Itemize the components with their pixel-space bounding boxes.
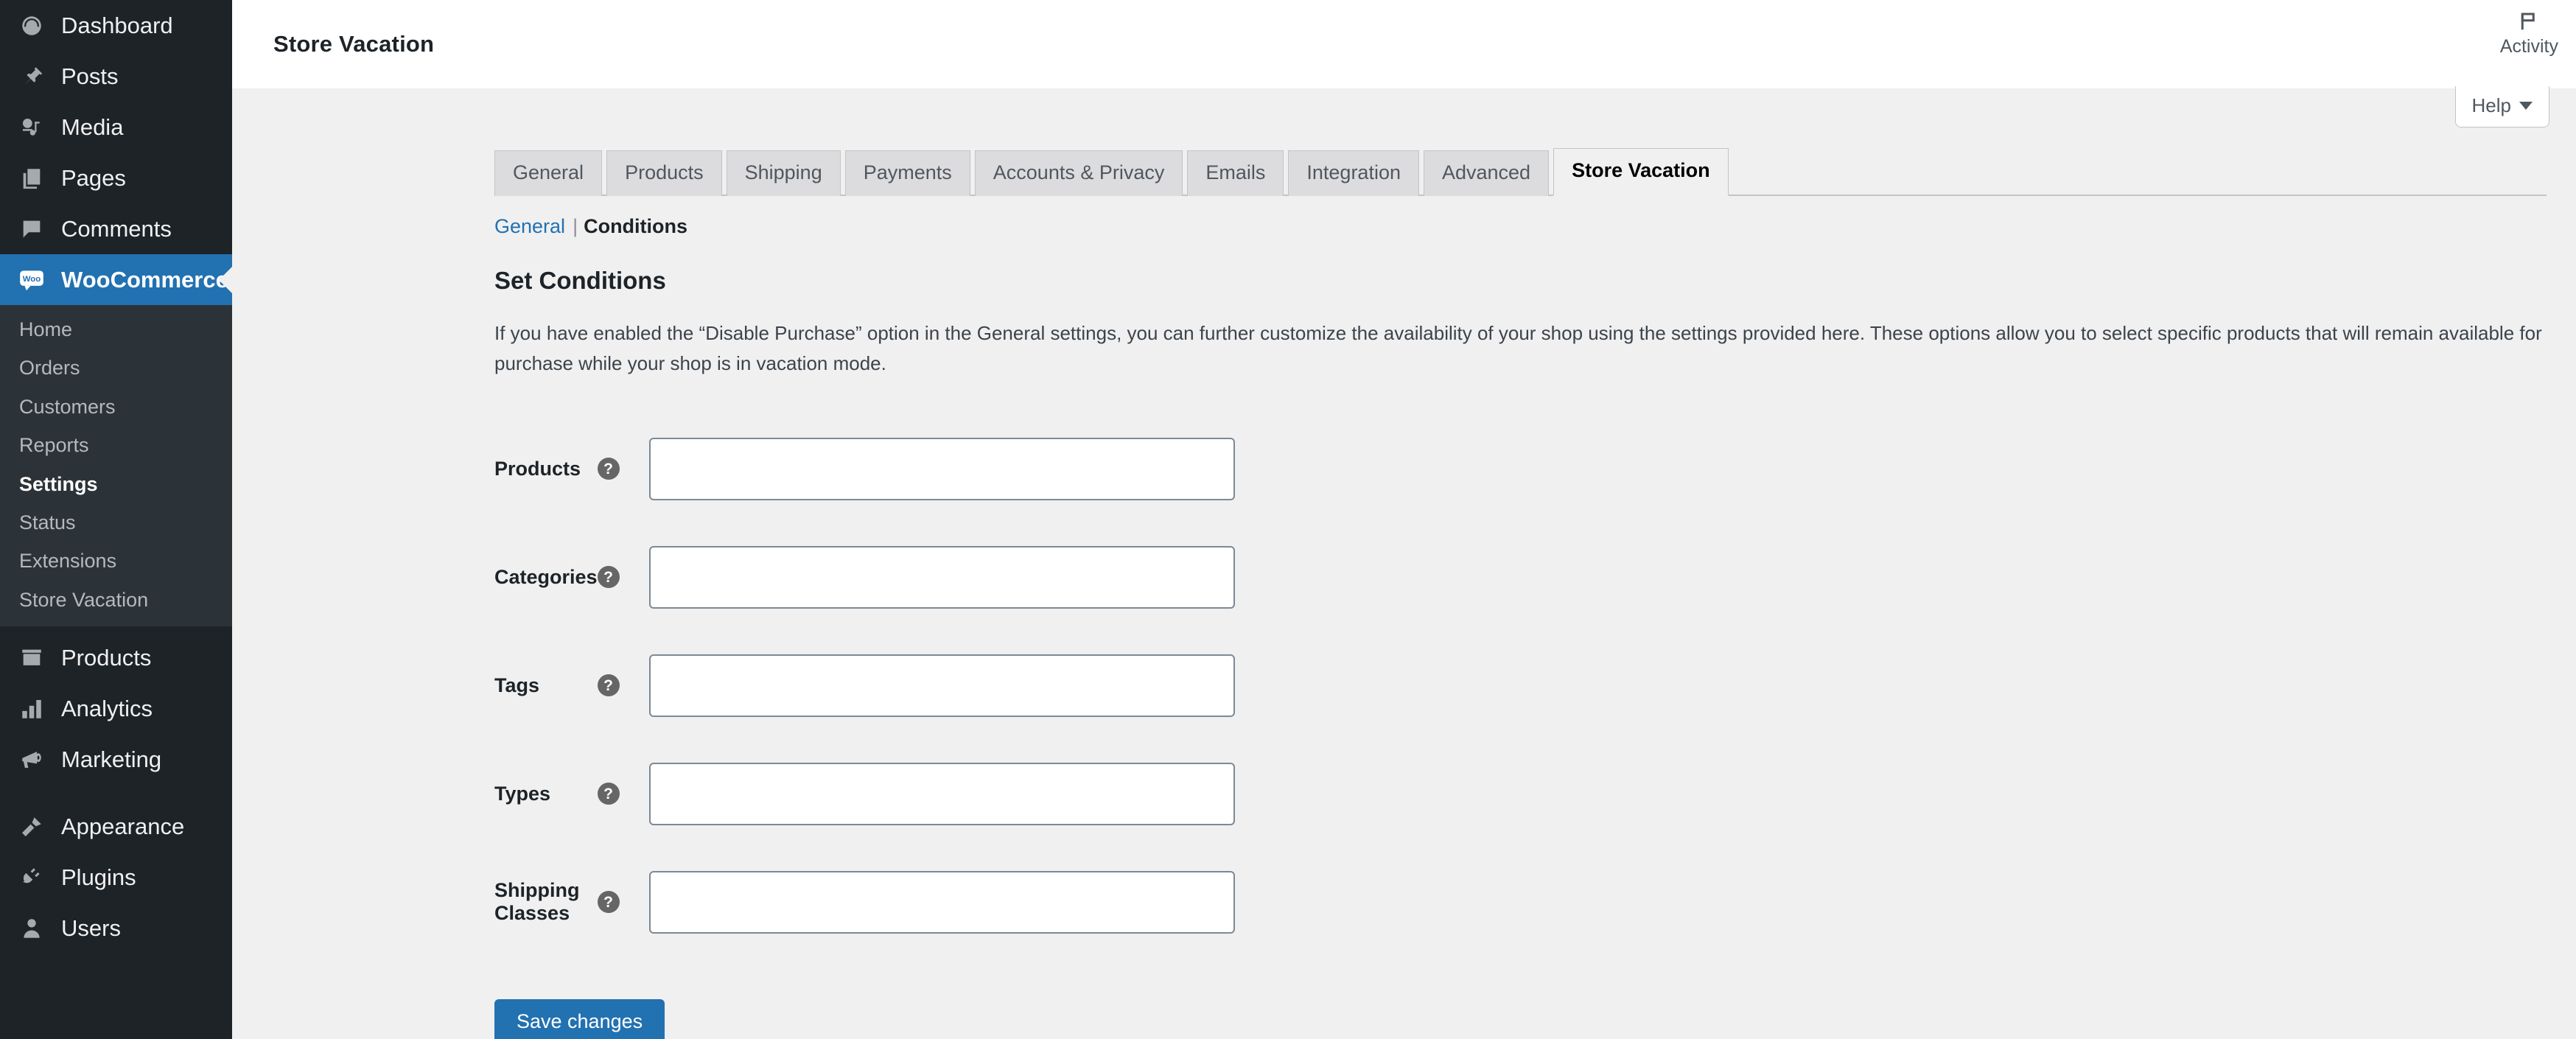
sidebar-item-label: Comments — [61, 216, 172, 242]
dashboard-icon — [15, 13, 48, 38]
form-label-types: Types — [494, 782, 551, 805]
help-button[interactable]: Help — [2454, 86, 2549, 127]
tab-advanced[interactable]: Advanced — [1423, 150, 1550, 196]
submenu-item-store-vacation[interactable]: Store Vacation — [0, 581, 232, 619]
form-label-categories: Categories — [494, 565, 598, 588]
conditions-form: Products ? Categories ? Tags ? Types ? S… — [232, 415, 1235, 956]
subnav-item-general[interactable]: General — [494, 215, 565, 238]
submenu-item-settings[interactable]: Settings — [0, 465, 232, 503]
section-description: If you have enabled the “Disable Purchas… — [494, 322, 2542, 374]
form-row-categories: Categories ? — [232, 523, 1235, 632]
help-button-label: Help — [2471, 94, 2511, 116]
categories-select[interactable] — [648, 545, 1235, 609]
tab-integration[interactable]: Integration — [1288, 150, 1419, 196]
woocommerce-icon: Woo — [15, 266, 48, 294]
settings-content: General Products Shipping Payments Accou… — [232, 147, 2576, 1039]
admin-page: Dashboard Posts Media Pages Comments Woo… — [0, 0, 2576, 1039]
sidebar-item-label: Users — [61, 915, 121, 942]
sidebar-item-products[interactable]: Products — [0, 632, 232, 683]
help-icon[interactable]: ? — [597, 783, 620, 805]
subnav-separator: | — [573, 214, 578, 237]
users-icon — [15, 916, 48, 941]
sidebar-item-marketing[interactable]: Marketing — [0, 734, 232, 785]
tags-select[interactable] — [648, 654, 1235, 717]
analytics-icon — [15, 696, 48, 721]
sidebar-item-posts[interactable]: Posts — [0, 51, 232, 102]
comment-icon — [15, 217, 48, 242]
form-label-tags: Tags — [494, 674, 540, 696]
tab-shipping[interactable]: Shipping — [726, 150, 841, 196]
products-select[interactable] — [648, 437, 1235, 500]
sidebar-item-appearance[interactable]: Appearance — [0, 801, 232, 852]
tab-accounts-privacy[interactable]: Accounts & Privacy — [974, 150, 1183, 196]
tab-products[interactable]: Products — [606, 150, 722, 196]
submenu-item-home[interactable]: Home — [0, 310, 232, 349]
section-heading: Set Conditions — [494, 266, 666, 294]
settings-tabs: General Products Shipping Payments Accou… — [494, 147, 2547, 196]
flag-icon — [2518, 10, 2540, 36]
products-icon — [15, 646, 48, 671]
shipping-classes-select[interactable] — [648, 870, 1235, 934]
appearance-icon — [15, 814, 48, 839]
sidebar-item-dashboard[interactable]: Dashboard — [0, 0, 232, 51]
sidebar-item-users[interactable]: Users — [0, 903, 232, 954]
sidebar-item-pages[interactable]: Pages — [0, 153, 232, 203]
sidebar-item-media[interactable]: Media — [0, 102, 232, 153]
settings-tabs-wrap: General Products Shipping Payments Accou… — [494, 147, 2576, 196]
admin-sidebar: Dashboard Posts Media Pages Comments Woo… — [0, 0, 232, 1039]
svg-text:Woo: Woo — [22, 275, 41, 284]
sidebar-item-label: Media — [61, 114, 124, 140]
types-select[interactable] — [648, 762, 1235, 825]
woocommerce-submenu: Home Orders Customers Reports Settings S… — [0, 305, 232, 627]
sidebar-item-label: Marketing — [61, 746, 162, 773]
chevron-down-icon — [2519, 102, 2533, 110]
submenu-item-customers[interactable]: Customers — [0, 388, 232, 426]
marketing-icon — [15, 747, 48, 772]
sidebar-item-label: Products — [61, 645, 152, 671]
save-button[interactable]: Save changes — [494, 998, 665, 1039]
activity-button[interactable]: Activity — [2500, 10, 2558, 56]
subnav-item-conditions[interactable]: Conditions — [584, 215, 687, 238]
tab-store-vacation[interactable]: Store Vacation — [1553, 148, 1729, 196]
form-row-shipping-classes: Shipping Classes ? — [232, 848, 1235, 956]
form-row-types: Types ? — [232, 740, 1235, 848]
sidebar-item-analytics[interactable]: Analytics — [0, 683, 232, 734]
page-title: Store Vacation — [273, 31, 435, 57]
sidebar-item-label: WooCommerce — [61, 267, 228, 293]
activity-label: Activity — [2499, 36, 2558, 57]
form-label-shipping-classes: Shipping Classes — [494, 879, 580, 925]
sidebar-item-woocommerce[interactable]: Woo WooCommerce — [0, 254, 232, 305]
sidebar-item-label: Plugins — [61, 864, 136, 891]
sidebar-item-label: Analytics — [61, 696, 153, 722]
pin-icon — [15, 64, 48, 89]
form-row-tags: Tags ? — [232, 632, 1235, 740]
form-row-products: Products ? — [232, 415, 1235, 523]
submenu-item-extensions[interactable]: Extensions — [0, 542, 232, 580]
submenu-item-orders[interactable]: Orders — [0, 349, 232, 387]
sidebar-item-plugins[interactable]: Plugins — [0, 852, 232, 903]
form-label-products: Products — [494, 457, 581, 480]
sidebar-item-label: Dashboard — [61, 13, 173, 38]
help-icon[interactable]: ? — [597, 458, 620, 480]
settings-subnav: General | Conditions — [494, 215, 2576, 238]
sidebar-divider — [0, 785, 232, 801]
tab-emails[interactable]: Emails — [1187, 150, 1284, 196]
help-icon[interactable]: ? — [597, 566, 620, 589]
sidebar-item-label: Pages — [61, 165, 126, 191]
save-area: Save changes — [494, 998, 2576, 1039]
media-icon — [15, 115, 48, 140]
main-content: Store Vacation Activity Help General Pro… — [232, 0, 2576, 1039]
page-header: Store Vacation Activity Help — [232, 0, 2576, 127]
sidebar-item-label: Appearance — [61, 814, 185, 840]
tab-general[interactable]: General — [494, 150, 603, 196]
help-icon[interactable]: ? — [597, 891, 620, 914]
plugins-icon — [15, 865, 48, 890]
submenu-item-status[interactable]: Status — [0, 503, 232, 542]
submenu-item-reports[interactable]: Reports — [0, 426, 232, 464]
sidebar-item-label: Posts — [61, 63, 119, 89]
pages-icon — [15, 166, 48, 191]
help-icon[interactable]: ? — [597, 674, 620, 697]
tab-payments[interactable]: Payments — [844, 150, 970, 196]
sidebar-item-comments[interactable]: Comments — [0, 203, 232, 254]
